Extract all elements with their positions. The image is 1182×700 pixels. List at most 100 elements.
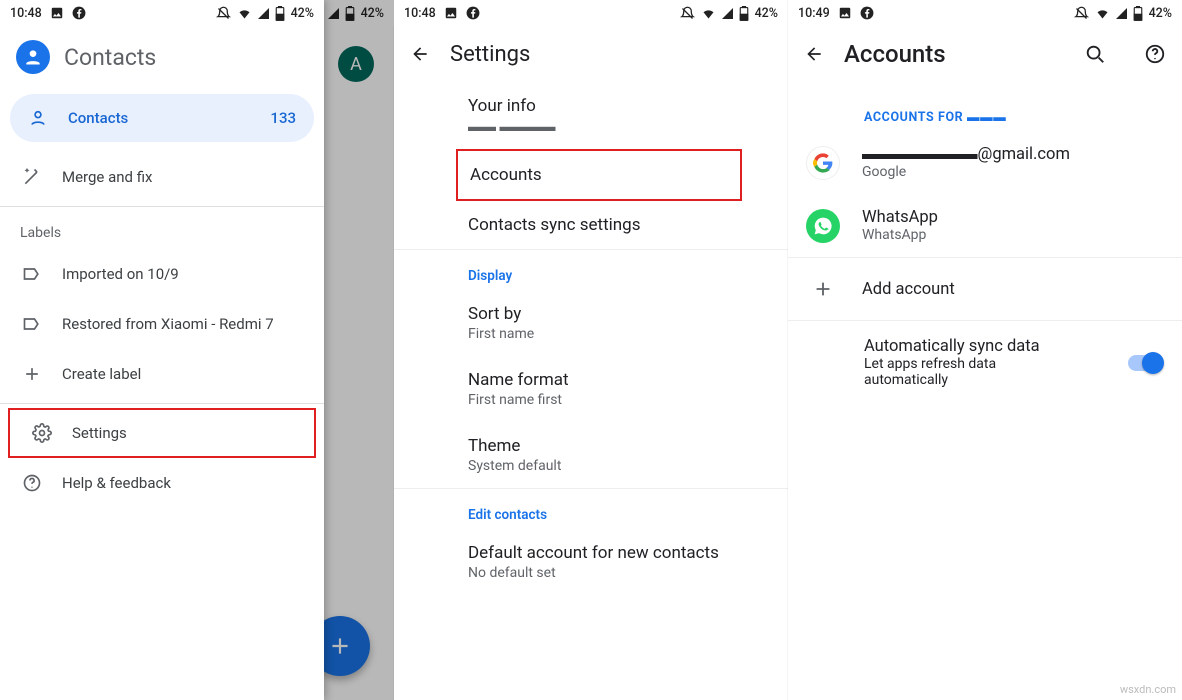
back-icon[interactable]	[410, 44, 430, 64]
setting-sort-by[interactable]: Sort by First name	[394, 290, 788, 356]
dnd-icon	[680, 6, 695, 21]
search-icon[interactable]	[1084, 43, 1106, 65]
setting-label: Your info	[468, 96, 788, 116]
wifi-icon	[1095, 6, 1110, 21]
screen-settings: 10:48 42% Settings Your info ▬▬ ▬▬▬▬ Acc…	[394, 0, 788, 700]
drawer-item-label: Contacts	[68, 109, 128, 127]
image-icon	[444, 6, 458, 20]
app-brand: Contacts	[0, 26, 324, 94]
app-name: Contacts	[64, 44, 156, 71]
setting-value: First name first	[468, 392, 788, 408]
gear-icon	[32, 423, 52, 443]
battery-icon	[1133, 6, 1143, 21]
setting-value: No default set	[468, 565, 788, 581]
facebook-icon	[72, 6, 86, 20]
divider	[0, 403, 324, 404]
facebook-icon	[860, 6, 874, 20]
setting-name-format[interactable]: Name format First name first	[394, 356, 788, 422]
clock: 10:48	[404, 6, 436, 21]
back-icon[interactable]	[804, 44, 824, 64]
account-provider: Google	[862, 164, 1070, 180]
drawer-item-contacts[interactable]: Contacts 133	[10, 94, 314, 142]
setting-label: Name format	[468, 370, 788, 390]
whatsapp-icon	[806, 209, 840, 243]
google-icon	[806, 146, 840, 180]
label-icon	[22, 314, 42, 334]
setting-label: Default account for new contacts	[468, 543, 788, 563]
divider	[0, 206, 324, 207]
signal-icon	[1116, 8, 1127, 19]
setting-label: Contacts sync settings	[468, 215, 788, 235]
setting-label: Sort by	[468, 304, 788, 324]
setting-value: First name	[468, 326, 788, 342]
setting-theme[interactable]: Theme System default	[394, 422, 788, 488]
help-icon[interactable]	[1144, 43, 1166, 65]
contacts-count: 133	[270, 109, 296, 127]
page-title: Settings	[450, 42, 530, 67]
status-bar: 10:48 42%	[394, 0, 788, 26]
setting-sync[interactable]: Contacts sync settings	[394, 201, 788, 249]
account-email: ▬▬▬▬▬▬▬@gmail.com	[862, 145, 1070, 164]
drawer-label-item[interactable]: Restored from Xiaomi - Redmi 7	[0, 299, 324, 349]
drawer-item-label: Merge and fix	[62, 168, 152, 186]
dnd-icon	[1074, 6, 1089, 21]
app-bar: Settings	[394, 26, 788, 82]
status-bar: 10:49 42%	[788, 0, 1182, 26]
section-edit-contacts: Edit contacts	[394, 489, 788, 529]
image-icon	[838, 6, 852, 20]
battery-percent: 42%	[755, 6, 778, 21]
account-row-whatsapp[interactable]: WhatsApp WhatsApp	[788, 194, 1182, 257]
label-icon	[22, 264, 42, 284]
account-row-google[interactable]: ▬▬▬▬▬▬▬@gmail.com Google	[788, 131, 1182, 194]
app-bar: Accounts	[788, 26, 1182, 82]
setting-label: Theme	[468, 436, 788, 456]
sync-toggle[interactable]	[1128, 355, 1162, 371]
drawer-item-label: Imported on 10/9	[62, 265, 179, 283]
drawer-item-settings[interactable]: Settings	[8, 408, 316, 458]
setting-default-account[interactable]: Default account for new contacts No defa…	[394, 529, 788, 595]
account-name: WhatsApp	[862, 208, 938, 227]
setting-value: System default	[468, 458, 788, 474]
watermark: wsxdn.com	[1120, 683, 1176, 696]
drawer-item-label: Settings	[72, 424, 127, 442]
battery-percent: 42%	[291, 6, 314, 21]
clock: 10:49	[798, 6, 830, 21]
wifi-icon	[701, 6, 716, 21]
add-account-row[interactable]: Add account	[788, 258, 1182, 320]
help-icon	[22, 473, 42, 493]
sync-subtitle: Let apps refresh data automatically	[864, 356, 1064, 388]
battery-icon	[739, 6, 749, 21]
drawer-item-label: Create label	[62, 365, 141, 383]
setting-your-info[interactable]: Your info ▬▬ ▬▬▬▬	[394, 82, 788, 149]
status-bar: 10:48 42%	[0, 0, 324, 26]
contacts-app-icon	[16, 40, 50, 74]
battery-icon	[275, 6, 285, 21]
section-display: Display	[394, 250, 788, 290]
dnd-icon	[216, 6, 231, 21]
add-account-label: Add account	[862, 280, 955, 299]
facebook-icon	[466, 6, 480, 20]
drawer-item-label: Help & feedback	[62, 474, 171, 492]
drawer-item-label: Restored from Xiaomi - Redmi 7	[62, 315, 274, 333]
drawer-item-merge-fix[interactable]: Merge and fix	[0, 152, 324, 202]
plus-icon	[806, 272, 840, 306]
clock: 10:48	[10, 6, 42, 21]
screen-contacts-drawer: 10:48 42% A 10:48	[0, 0, 394, 700]
setting-label: Accounts	[470, 165, 740, 185]
accounts-for-header: ACCOUNTS FOR ▬▬▬	[788, 82, 1182, 131]
magic-wand-icon	[22, 167, 42, 187]
plus-icon	[22, 364, 42, 384]
drawer-item-help[interactable]: Help & feedback	[0, 458, 324, 508]
labels-header: Labels	[0, 211, 324, 249]
auto-sync-row[interactable]: Automatically sync data Let apps refresh…	[788, 321, 1182, 404]
signal-icon	[258, 8, 269, 19]
signal-icon	[722, 8, 733, 19]
drawer-label-item[interactable]: Imported on 10/9	[0, 249, 324, 299]
image-icon	[50, 6, 64, 20]
setting-value: ▬▬ ▬▬▬▬	[468, 118, 788, 135]
page-title: Accounts	[844, 40, 946, 68]
setting-accounts[interactable]: Accounts	[456, 149, 742, 201]
navigation-drawer: 10:48 42% Contacts Contacts 133	[0, 0, 324, 700]
drawer-create-label[interactable]: Create label	[0, 349, 324, 399]
battery-percent: 42%	[1149, 6, 1172, 21]
